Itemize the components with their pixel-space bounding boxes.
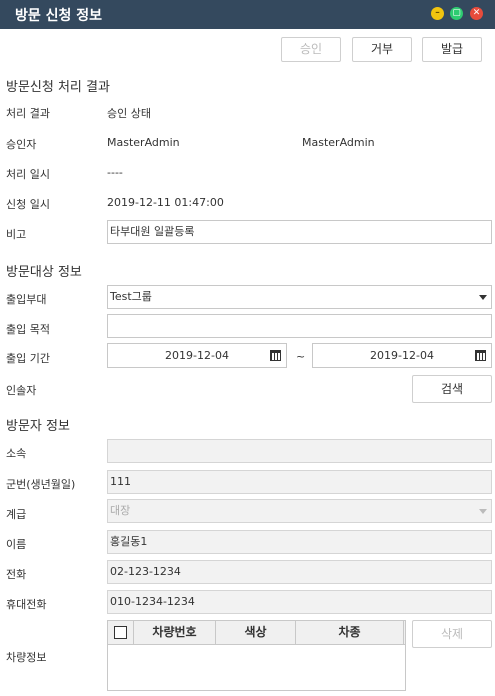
note-label: 비고 xyxy=(6,228,27,241)
phone-label: 전화 xyxy=(6,568,27,581)
dept-select-value: Test그룹 xyxy=(110,290,152,303)
window-titlebar: 방문 신청 정보 – ▢ ✕ xyxy=(0,0,495,29)
period-start-value: 2019-12-04 xyxy=(165,349,229,362)
dept-label: 출입부대 xyxy=(6,293,47,306)
select-all-checkbox[interactable] xyxy=(114,626,127,639)
phone-field[interactable]: 02-123-1234 xyxy=(107,560,492,584)
target-section-title: 방문대상 정보 xyxy=(6,265,82,280)
column-header[interactable]: 차량번호 xyxy=(134,621,216,645)
service-no-field[interactable]: 111 xyxy=(107,470,492,494)
approve-button[interactable]: 승인 xyxy=(281,37,341,62)
period-separator: ~ xyxy=(296,350,306,363)
service-no-label: 군번(생년월일) xyxy=(6,478,76,491)
select-all-cell xyxy=(108,621,134,645)
approver-label: 승인자 xyxy=(6,138,37,151)
purpose-field[interactable] xyxy=(107,314,492,338)
note-field[interactable]: 타부대원 일괄등록 xyxy=(107,220,492,244)
window-title: 방문 신청 정보 xyxy=(15,8,103,24)
issue-button[interactable]: 발급 xyxy=(422,37,482,62)
name-label: 이름 xyxy=(6,538,27,551)
mobile-field[interactable]: 010-1234-1234 xyxy=(107,590,492,614)
vehicle-grid: 차량번호 색상 차종 xyxy=(107,620,406,691)
visitor-section-title: 방문자 정보 xyxy=(6,419,70,434)
period-end-field[interactable]: 2019-12-04 xyxy=(312,343,492,368)
reject-button[interactable]: 거부 xyxy=(352,37,412,62)
result-section-title: 방문신청 처리 결과 xyxy=(6,80,110,95)
name-field[interactable]: 홍길동1 xyxy=(107,530,492,554)
affiliation-label: 소속 xyxy=(6,447,27,460)
delete-button[interactable]: 삭제 xyxy=(412,620,492,648)
period-start-field[interactable]: 2019-12-04 xyxy=(107,343,287,368)
calendar-icon[interactable] xyxy=(475,350,486,361)
requested-value: 2019-12-11 01:47:00 xyxy=(107,196,224,209)
maximize-icon[interactable]: ▢ xyxy=(450,7,463,20)
approver-value: MasterAdmin xyxy=(107,136,180,149)
chevron-down-icon xyxy=(479,295,487,300)
processed-value: ---- xyxy=(107,166,123,179)
requested-label: 신청 일시 xyxy=(6,198,50,211)
minimize-icon[interactable]: – xyxy=(431,7,444,20)
search-button[interactable]: 검색 xyxy=(412,375,492,403)
processed-label: 처리 일시 xyxy=(6,168,50,181)
vehicle-grid-header: 차량번호 색상 차종 xyxy=(108,621,405,645)
status-label: 처리 결과 xyxy=(6,107,50,120)
approver-value-secondary: MasterAdmin xyxy=(302,136,375,149)
rank-select[interactable]: 대장 xyxy=(107,499,492,523)
column-header[interactable]: 차종 xyxy=(296,621,404,645)
rank-select-value: 대장 xyxy=(110,504,131,517)
escort-label: 인솔자 xyxy=(6,384,37,397)
mobile-label: 휴대전화 xyxy=(6,598,47,611)
status-value: 승인 상태 xyxy=(107,107,151,120)
close-icon[interactable]: ✕ xyxy=(470,7,483,20)
calendar-icon[interactable] xyxy=(270,350,281,361)
column-header[interactable]: 색상 xyxy=(216,621,296,645)
purpose-label: 출입 목적 xyxy=(6,323,50,336)
vehicle-label: 차량정보 xyxy=(6,651,47,664)
chevron-down-icon xyxy=(479,509,487,514)
period-label: 출입 기간 xyxy=(6,352,50,365)
period-end-value: 2019-12-04 xyxy=(370,349,434,362)
rank-label: 계급 xyxy=(6,508,27,521)
affiliation-field[interactable] xyxy=(107,439,492,463)
dept-select[interactable]: Test그룹 xyxy=(107,285,492,309)
